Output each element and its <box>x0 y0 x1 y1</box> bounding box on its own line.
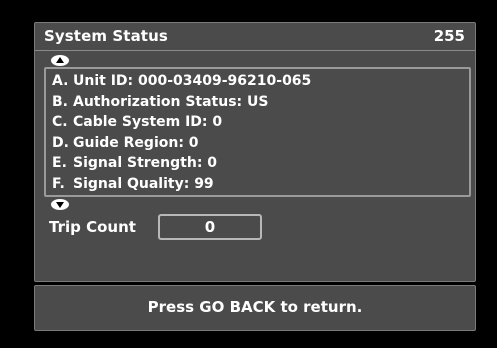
page-title: System Status <box>44 27 168 45</box>
status-item-letter: D. <box>52 134 69 151</box>
tv-screen: System Status 255 A. Unit ID: 000-03409-9… <box>0 0 497 348</box>
scroll-up-arrow-icon[interactable] <box>51 55 69 66</box>
status-item-text: Authorization Status: US <box>73 93 269 110</box>
status-item-authorization: B. Authorization Status: US <box>52 92 311 113</box>
status-item-letter: F. <box>52 175 65 192</box>
title-bar: System Status 255 <box>35 23 475 51</box>
system-status-panel: System Status 255 A. Unit ID: 000-03409-9… <box>34 22 476 282</box>
footer-instruction: Press GO BACK to return. <box>147 298 363 316</box>
status-item-text: Cable System ID: 0 <box>73 114 223 130</box>
status-item-cable-system: C. Cable System ID: 0 <box>52 112 311 133</box>
status-item-signal-quality: F. Signal Quality: 99 <box>52 174 311 195</box>
trip-count-label: Trip Count <box>49 218 136 236</box>
status-item-letter: B. <box>52 93 68 110</box>
status-item-guide-region: D. Guide Region: 0 <box>52 133 311 154</box>
status-item-text: Signal Strength: 0 <box>73 155 218 171</box>
status-info-box: A. Unit ID: 000-03409-96210-065 B. Authori… <box>44 67 471 197</box>
status-list: A. Unit ID: 000-03409-96210-065 B. Authori… <box>52 71 311 194</box>
status-item-letter: E. <box>52 155 67 171</box>
status-item-letter: A. <box>52 73 69 89</box>
trip-count-field[interactable]: 0 <box>158 214 262 240</box>
status-item-text: Unit ID: 000-03409-96210-065 <box>73 73 312 89</box>
footer-bar: Press GO BACK to return. <box>34 285 476 331</box>
channel-number: 255 <box>433 27 465 45</box>
status-item-letter: C. <box>52 114 68 130</box>
status-item-text: Signal Quality: 99 <box>73 175 214 192</box>
status-item-signal-strength: E. Signal Strength: 0 <box>52 153 311 174</box>
scroll-down-arrow-icon[interactable] <box>51 199 69 210</box>
status-item-text: Guide Region: 0 <box>73 134 199 151</box>
status-item-unit-id: A. Unit ID: 000-03409-96210-065 <box>52 71 311 92</box>
